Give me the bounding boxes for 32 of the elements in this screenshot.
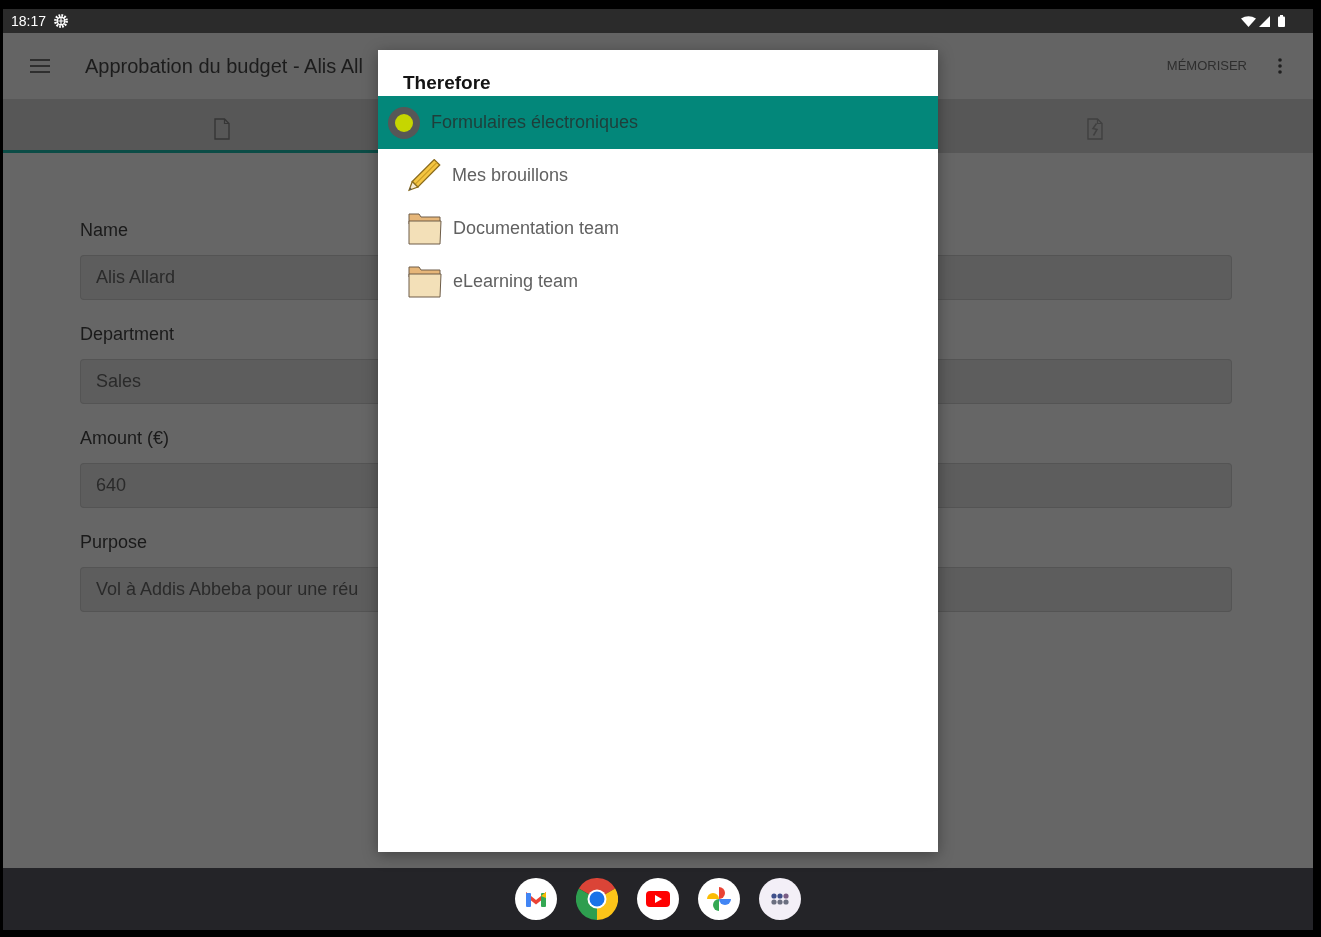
gear-icon: [54, 14, 69, 28]
folder-icon: [408, 265, 442, 298]
field-label: Department: [80, 323, 175, 346]
app-grid-icon[interactable]: [759, 878, 801, 920]
pinwheel-icon[interactable]: [698, 878, 740, 920]
text-field[interactable]: [938, 359, 1232, 404]
text-field[interactable]: [938, 567, 1232, 612]
document-icon: [213, 117, 230, 140]
ring-dot-icon: [388, 106, 420, 139]
text-field[interactable]: [938, 463, 1232, 508]
app-title: Approbation du budget - Alis All: [85, 54, 363, 78]
document-zigzag-icon: [1086, 117, 1103, 140]
mail-icon[interactable]: [515, 878, 557, 920]
tricolor-circle-icon[interactable]: [576, 878, 618, 920]
field-label: Name: [80, 219, 128, 242]
battery-icon: [1278, 15, 1285, 27]
text-field[interactable]: [938, 255, 1232, 300]
signal-icon: [1259, 15, 1270, 27]
tree-item[interactable]: Documentation team: [378, 202, 938, 255]
dialog-title: Therefore: [402, 71, 492, 95]
wifi-icon: [1241, 15, 1256, 27]
folder-icon: [408, 212, 442, 245]
clock-time: 18:17: [11, 13, 47, 29]
more-icon[interactable]: [1278, 58, 1282, 74]
play-icon[interactable]: [637, 878, 679, 920]
pencil-icon: [408, 159, 441, 192]
tree-item[interactable]: Mes brouillons: [378, 149, 938, 202]
tree-item[interactable]: eLearning team: [378, 255, 938, 308]
field-label: Amount (€): [80, 427, 170, 450]
menu-icon[interactable]: [30, 59, 50, 73]
field-label: Purpose: [80, 531, 148, 554]
tree-item[interactable]: Formulaires électroniques: [378, 96, 938, 149]
